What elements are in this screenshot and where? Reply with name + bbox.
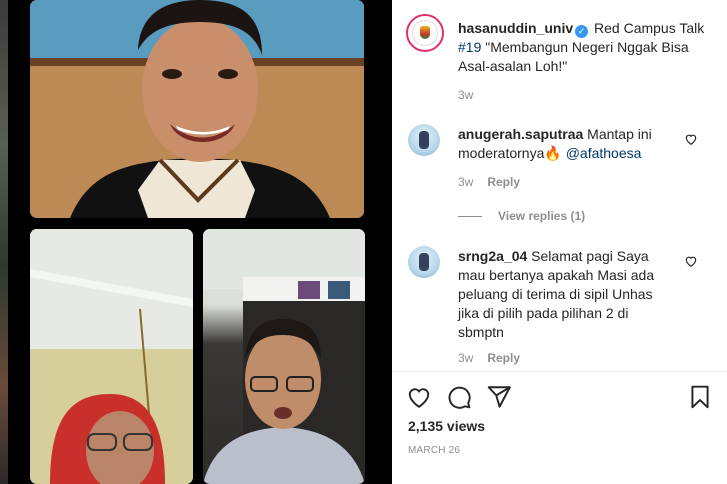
background-edge bbox=[0, 0, 8, 484]
participant-3-figure bbox=[203, 229, 365, 484]
comment-1-reply-button[interactable]: Reply bbox=[487, 175, 520, 189]
comment-1: anugerah.saputraa Mantap ini moderatorny… bbox=[458, 125, 684, 163]
comment-2-reply-button[interactable]: Reply bbox=[487, 351, 520, 365]
comment-2: srng2a_04 Selamat pagi Saya mau bertanya… bbox=[458, 247, 670, 342]
caption-title: Red Campus Talk bbox=[594, 20, 705, 36]
comment-2-meta: 3w Reply bbox=[458, 351, 520, 365]
comment-2-username[interactable]: srng2a_04 bbox=[458, 248, 527, 264]
comment-1-username[interactable]: anugerah.saputraa bbox=[458, 126, 583, 142]
video-tile-participant-2 bbox=[30, 229, 193, 484]
participant-2-figure bbox=[30, 229, 193, 484]
author-avatar[interactable] bbox=[406, 14, 444, 52]
comment-2-heart-icon[interactable] bbox=[684, 254, 698, 268]
commenter-avatar-1[interactable] bbox=[408, 124, 440, 156]
comment-1-mention[interactable]: @afathoesa bbox=[566, 145, 642, 161]
heart-icon[interactable] bbox=[406, 384, 432, 410]
bookmark-icon[interactable] bbox=[687, 384, 713, 410]
post-age: 3w bbox=[458, 88, 474, 102]
video-tile-participant-3 bbox=[203, 229, 365, 484]
comment-1-age: 3w bbox=[458, 175, 474, 189]
comment-1-meta: 3w Reply bbox=[458, 175, 520, 189]
participant-1-figure bbox=[30, 0, 364, 218]
post-media[interactable] bbox=[0, 0, 392, 484]
view-replies-button[interactable]: View replies (1) bbox=[498, 209, 585, 223]
view-replies-line bbox=[458, 216, 482, 217]
post-caption: hasanuddin_univ ✓ Red Campus Talk #19 "Me… bbox=[458, 19, 720, 76]
university-logo-icon bbox=[412, 20, 438, 46]
send-icon[interactable] bbox=[486, 384, 512, 410]
actions-divider bbox=[392, 371, 727, 372]
comment-2-age: 3w bbox=[458, 351, 474, 365]
caption-hashtag[interactable]: #19 bbox=[458, 39, 481, 55]
verified-badge-icon: ✓ bbox=[575, 25, 589, 38]
post-date: MARCH 26 bbox=[408, 445, 461, 456]
view-count[interactable]: 2,135 views bbox=[408, 418, 485, 434]
post-details-panel: hasanuddin_univ ✓ Red Campus Talk #19 "Me… bbox=[392, 0, 727, 484]
commenter-avatar-2[interactable] bbox=[408, 246, 440, 278]
caption-text: "Membangun Negeri Nggak Bisa Asal-asalan… bbox=[458, 39, 689, 74]
video-tile-main bbox=[30, 0, 364, 218]
comment-icon[interactable] bbox=[446, 384, 472, 410]
add-comment-area bbox=[392, 470, 727, 484]
comment-1-heart-icon[interactable] bbox=[684, 132, 698, 146]
author-username[interactable]: hasanuddin_univ bbox=[458, 20, 573, 36]
